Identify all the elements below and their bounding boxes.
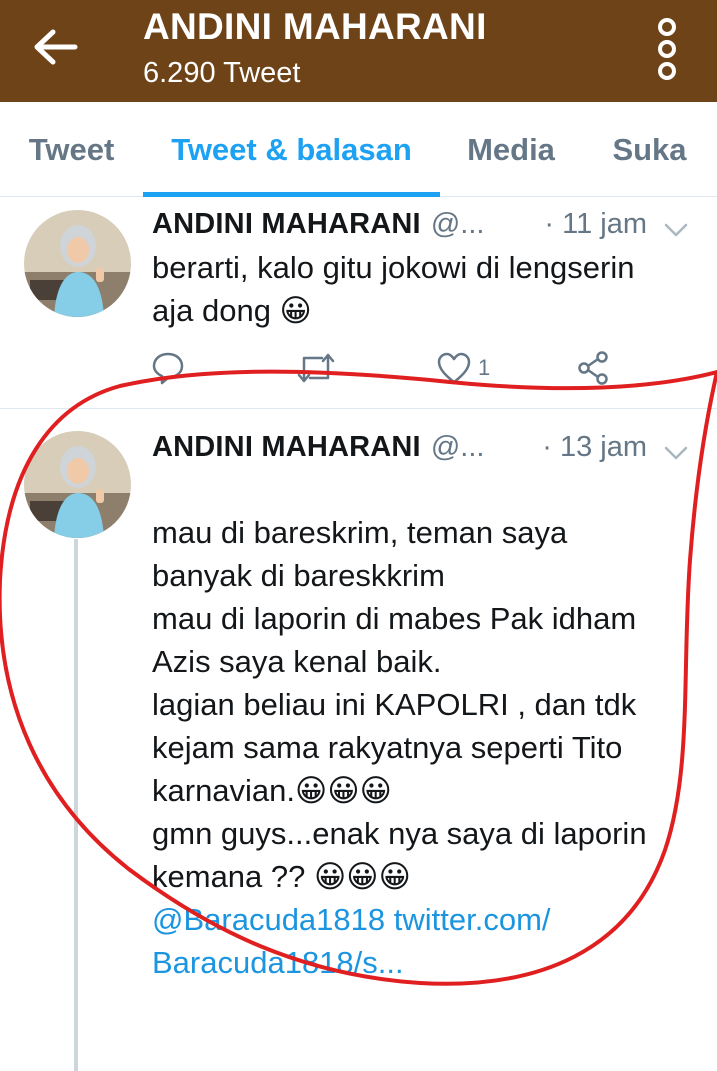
share-icon [578,351,608,385]
retweet-button[interactable] [296,346,336,390]
profile-tabs: Tweet Tweet & balasan Media Suka [0,102,717,197]
avatar[interactable] [24,431,131,538]
reply-button[interactable] [150,346,186,390]
profile-title: ANDINI MAHARANI [143,6,487,47]
reply-icon [152,352,184,385]
tab-media[interactable]: Media [440,102,582,197]
tab-likes[interactable]: Suka [582,102,717,197]
tweet-item[interactable]: ANDINI MAHARANI @... · 13 jam mau di bare… [0,409,717,1071]
author-name[interactable]: ANDINI MAHARANI [152,208,421,240]
tab-tweet[interactable]: Tweet [0,102,143,197]
back-arrow-icon [34,29,78,65]
active-tab-indicator [143,192,440,197]
more-options-button[interactable] [646,14,688,84]
tweet-link[interactable]: @Baracuda1818 twitter.com/ Baracuda1818/… [152,898,697,984]
heart-icon [437,352,471,384]
author-handle: @... [430,431,485,463]
like-count: 1 [478,355,491,380]
tweet-header: ANDINI MAHARANI @... [152,208,484,241]
share-button[interactable] [576,346,612,390]
tweet-timestamp: · 13 jam [542,431,647,463]
back-button[interactable] [22,14,88,80]
tweet-count: 6.290 Tweet [143,57,301,89]
chevron-down-icon[interactable] [663,220,689,240]
author-name[interactable]: ANDINI MAHARANI [152,431,421,463]
tweet-actions: 1 [150,346,630,390]
like-button[interactable]: 1 [436,346,490,390]
tweet-timestamp: · 11 jam [544,208,647,240]
tweet-item[interactable]: ANDINI MAHARANI @... · 11 jam berarti, ka… [0,198,717,408]
retweet-icon [297,353,335,383]
tweet-header: ANDINI MAHARANI @... [152,431,484,464]
thread-line [74,539,78,1071]
tweet-text: mau di bareskrim, teman saya banyak di b… [152,468,697,1027]
more-vertical-icon [658,18,676,80]
tab-tweet-and-replies[interactable]: Tweet & balasan [143,102,440,197]
tweet-text-content: mau di bareskrim, teman saya banyak di b… [152,515,647,894]
app-bar: ANDINI MAHARANI 6.290 Tweet [0,0,717,102]
author-handle: @... [430,208,485,240]
avatar[interactable] [24,210,131,317]
chevron-down-icon[interactable] [663,443,689,463]
tweet-text: berarti, kalo gitu jokowi di lengserin a… [152,250,635,328]
